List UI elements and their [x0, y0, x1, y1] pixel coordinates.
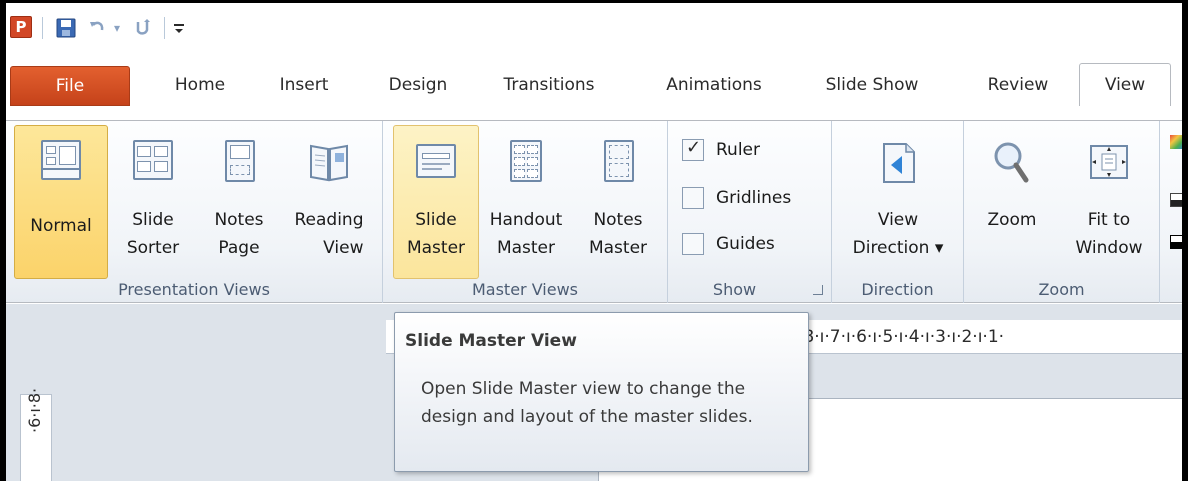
ruler-label: Ruler [716, 140, 760, 160]
group-label-show: Show [712, 280, 757, 299]
group-label-zoom: Zoom [1038, 280, 1085, 299]
notes-page-label: Notes Page [214, 210, 264, 258]
ribbon: Normal Slide Sorter Notes Page Reading V… [6, 120, 1182, 303]
group-presentation-views: Normal Slide Sorter Notes Page Reading V… [6, 121, 383, 303]
tab-view[interactable]: View [1079, 63, 1171, 106]
fit-to-window-icon [1087, 140, 1131, 184]
slide-sorter-label: Slide Sorter [126, 210, 180, 258]
slide-master-icon [414, 140, 458, 184]
gridlines-checkbox[interactable] [682, 187, 704, 209]
tab-design[interactable]: Design [376, 64, 460, 106]
view-direction-label: View Direction ▾ [852, 210, 944, 258]
tab-file[interactable]: File [10, 66, 130, 106]
tooltip-title: Slide Master View [405, 331, 577, 351]
tab-animations[interactable]: Animations [646, 64, 782, 106]
powerpoint-window: P ▾ File Home Insert Design Transitions … [0, 0, 1188, 481]
handout-master-icon [504, 140, 548, 184]
zoom-button[interactable]: Zoom [972, 125, 1052, 279]
notes-master-icon [596, 140, 640, 184]
handout-master-label: Handout Master [489, 210, 563, 258]
notes-page-button[interactable]: Notes Page [200, 125, 278, 279]
tooltip-body: Open Slide Master view to change the des… [421, 379, 753, 427]
slide-sorter-icon [131, 140, 175, 184]
fit-to-window-label: Fit to Window [1075, 210, 1143, 258]
powerpoint-logo-icon[interactable]: P [10, 16, 32, 38]
ruler-checkbox[interactable] [682, 137, 704, 161]
slide-master-button[interactable]: Slide Master [393, 125, 479, 279]
gridlines-label: Gridlines [716, 188, 792, 208]
normal-view-icon [39, 140, 83, 184]
guides-checkbox-row[interactable]: Guides [682, 229, 775, 259]
group-label-master-views: Master Views [471, 280, 579, 299]
notes-master-button[interactable]: Notes Master [575, 125, 661, 279]
fit-to-window-button[interactable]: Fit to Window [1064, 125, 1154, 279]
tab-insert[interactable]: Insert [264, 64, 344, 106]
show-dialog-launcher-icon[interactable] [813, 285, 823, 295]
black-and-white-icon[interactable] [1170, 235, 1182, 249]
group-show: Ruler Gridlines Guides Show [668, 121, 832, 303]
reading-view-button[interactable]: Reading View [284, 125, 374, 279]
qat-separator [42, 17, 43, 39]
repeat-icon[interactable] [130, 16, 154, 40]
handout-master-button[interactable]: Handout Master [483, 125, 569, 279]
guides-checkbox[interactable] [682, 233, 704, 255]
notes-page-icon [217, 140, 261, 184]
group-direction: View Direction ▾ Direction [832, 121, 964, 303]
zoom-label: Zoom [987, 210, 1037, 230]
undo-dropdown-icon[interactable]: ▾ [110, 16, 124, 40]
slide-master-label: Slide Master [406, 210, 466, 258]
group-label-presentation-views: Presentation Views [118, 280, 270, 299]
group-master-views: Slide Master Handout Master Notes Master… [383, 121, 668, 303]
grayscale-icon[interactable] [1170, 193, 1182, 207]
view-direction-button[interactable]: View Direction ▾ [838, 125, 958, 279]
reading-view-icon [307, 140, 351, 184]
vertical-ruler: ·6·ı·8· [20, 388, 52, 481]
save-icon[interactable] [54, 16, 78, 40]
tab-transitions[interactable]: Transitions [484, 64, 614, 106]
magnifier-icon [990, 140, 1034, 184]
ruler-checkbox-row[interactable]: Ruler [682, 135, 760, 165]
tab-slide-show[interactable]: Slide Show [806, 64, 938, 106]
tab-review[interactable]: Review [972, 64, 1064, 106]
group-color-grayscale [1160, 121, 1182, 303]
view-direction-icon [876, 140, 920, 184]
customize-qat-icon[interactable] [170, 16, 188, 40]
qat-separator [164, 17, 165, 39]
quick-access-toolbar: P ▾ [6, 3, 1182, 47]
slide-master-tooltip: Slide Master View Open Slide Master view… [394, 312, 809, 472]
undo-icon[interactable] [86, 16, 108, 40]
color-icon[interactable] [1170, 135, 1182, 149]
notes-master-label: Notes Master [588, 210, 648, 258]
slide-sorter-button[interactable]: Slide Sorter [114, 125, 192, 279]
reading-view-label: Reading View [294, 210, 364, 258]
normal-view-label: Normal [30, 216, 92, 236]
group-zoom: Zoom Fit to Window Zoom [964, 121, 1160, 303]
guides-label: Guides [716, 234, 775, 254]
group-label-direction: Direction [861, 280, 934, 299]
normal-view-button[interactable]: Normal [14, 125, 108, 279]
gridlines-checkbox-row[interactable]: Gridlines [682, 183, 791, 213]
tab-home[interactable]: Home [156, 64, 244, 106]
ribbon-tabs: File Home Insert Design Transitions Anim… [6, 47, 1182, 121]
